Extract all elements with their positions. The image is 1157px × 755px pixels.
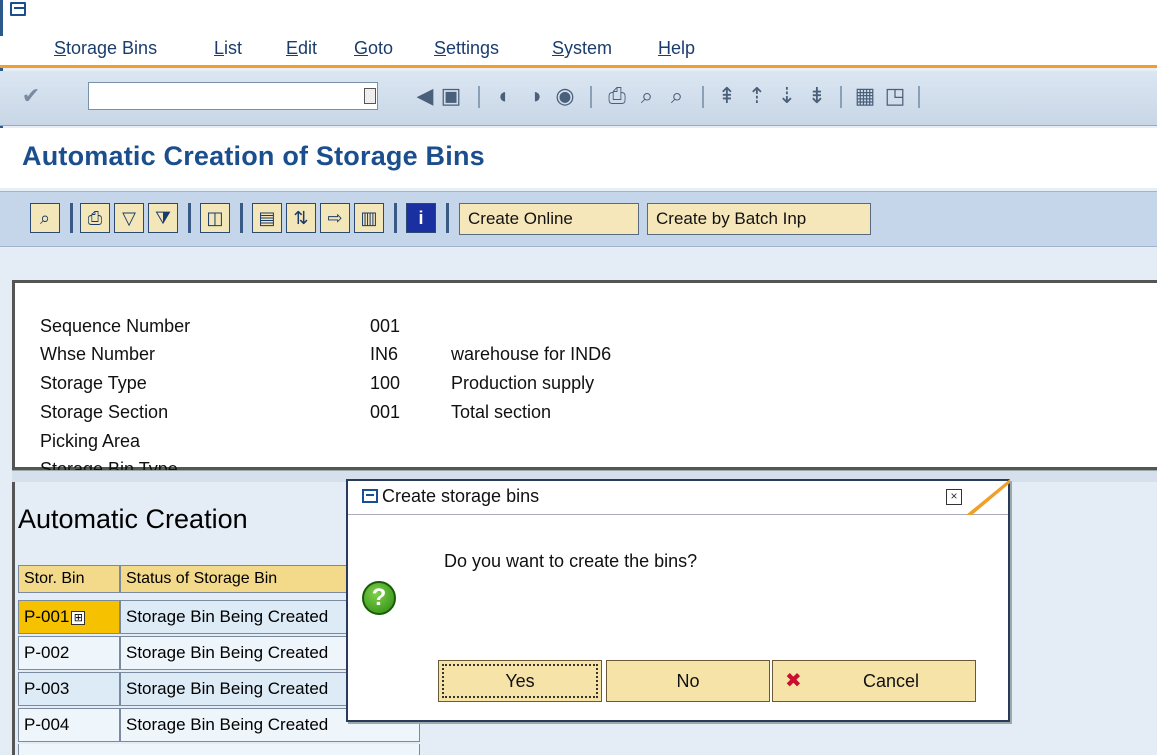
sort-icon[interactable]: ⇅	[286, 203, 316, 233]
layout-icon[interactable]: ◫	[200, 203, 230, 233]
menu-list[interactable]: List	[214, 38, 242, 59]
warehouse-number-value: IN6	[370, 344, 399, 364]
command-field[interactable]	[88, 82, 378, 110]
menu-storage-bins[interactable]: Storage Bins	[54, 38, 157, 59]
picking-area-label: Picking Area	[40, 431, 141, 451]
yes-button[interactable]: Yes	[438, 660, 602, 702]
menu-bar: Storage Bins List Edit Goto Settings Sys…	[0, 36, 1157, 68]
print-icon[interactable]: ⎙	[604, 82, 630, 110]
toolbar-separator	[590, 86, 592, 108]
dialog-titlebar: Create storage bins ×	[348, 479, 1010, 515]
warehouse-description: warehouse for IND6	[451, 344, 612, 364]
table-row-bin[interactable]: P-004	[18, 708, 120, 742]
toolbar-separator	[446, 203, 449, 233]
toolbar-separator	[918, 86, 920, 108]
create-online-button[interactable]: Create Online	[459, 203, 639, 235]
storage-bin-type-label: Storage Bin Type	[40, 459, 178, 470]
header-panel-clip: Storage Bin Type	[15, 459, 1157, 470]
new-session-icon[interactable]: ▦	[852, 82, 878, 110]
command-history-icon[interactable]	[364, 88, 376, 104]
dialog-question: Do you want to create the bins?	[444, 551, 698, 571]
cancel-icon[interactable]: ◉	[552, 82, 578, 110]
menu-system[interactable]: System	[552, 38, 612, 59]
export-spreadsheet-icon[interactable]: ▤	[252, 203, 282, 233]
cancel-label: Cancel	[862, 671, 920, 691]
cancel-button[interactable]: ✖ Cancel	[772, 660, 976, 702]
storage-section-label: Storage Section	[40, 402, 169, 422]
sequence-number-value: 001	[370, 316, 401, 336]
first-page-icon[interactable]: ⇞	[714, 82, 740, 110]
storage-section-value: 001	[370, 402, 401, 422]
menu-help[interactable]: Help	[658, 38, 695, 59]
save-icon[interactable]: ▣	[438, 82, 464, 110]
find-next-icon[interactable]: ⌕	[664, 82, 690, 110]
enter-check-icon[interactable]: ✔	[18, 82, 44, 110]
table-row-bin[interactable]: P-001 ⊞	[18, 600, 120, 634]
window-menu-icon[interactable]	[362, 489, 378, 503]
create-by-batch-input-button[interactable]: Create by Batch Inp	[647, 203, 871, 235]
table-row-partial	[18, 744, 420, 755]
set-filter-icon[interactable]: ⧩	[148, 203, 178, 233]
sequence-number-label: Sequence Number	[40, 316, 191, 336]
column-header-stor-bin[interactable]: Stor. Bin	[18, 565, 120, 593]
next-page-icon[interactable]: ⇣	[774, 82, 800, 110]
storage-type-label: Storage Type	[40, 373, 147, 393]
storage-section-description: Total section	[451, 402, 552, 422]
confirm-dialog: Create storage bins × ? Do you want to c…	[346, 479, 1010, 722]
window-menu-icon[interactable]	[10, 2, 26, 16]
last-page-icon[interactable]: ⇟	[804, 82, 830, 110]
close-icon[interactable]: ×	[946, 489, 962, 505]
menu-settings[interactable]: Settings	[434, 38, 499, 59]
collapse-arrow-icon[interactable]: ◀	[412, 82, 438, 110]
list-title: Automatic Creation	[18, 504, 248, 534]
dialog-accent	[966, 479, 1010, 515]
page-title: Automatic Creation of Storage Bins	[22, 141, 485, 171]
toolbar-separator	[240, 203, 243, 233]
local-file-icon[interactable]: ⇨	[320, 203, 350, 233]
toolbar-separator	[70, 203, 73, 233]
toolbar-separator	[478, 86, 480, 108]
toolbar-separator	[840, 86, 842, 108]
word-processing-icon[interactable]: ▥	[354, 203, 384, 233]
cancel-x-icon: ✖	[785, 670, 802, 692]
storage-type-value: 100	[370, 373, 401, 393]
toolbar-separator	[394, 203, 397, 233]
shortcut-icon[interactable]: ◳	[882, 82, 908, 110]
warehouse-number-label: Whse Number	[40, 344, 156, 364]
system-bar	[0, 0, 1157, 36]
toolbar-separator	[188, 203, 191, 233]
back-icon[interactable]: ◐	[492, 82, 518, 110]
exit-icon[interactable]: ◑	[522, 82, 548, 110]
toolbar-separator	[702, 86, 704, 108]
table-row-bin[interactable]: P-002	[18, 636, 120, 670]
details-icon[interactable]: ⌕	[30, 203, 60, 233]
menu-edit[interactable]: Edit	[286, 38, 317, 59]
no-button[interactable]: No	[606, 660, 770, 702]
find-icon[interactable]: ⌕	[634, 82, 660, 110]
dialog-title: Create storage bins	[382, 486, 540, 506]
table-row-bin[interactable]: P-003	[18, 672, 120, 706]
details-icon[interactable]: ⊞	[71, 610, 86, 625]
column-header-status[interactable]: Status of Storage Bin	[120, 565, 348, 593]
storage-type-description: Production supply	[451, 373, 595, 393]
question-icon: ?	[362, 581, 396, 615]
bin-value: P-001	[24, 607, 70, 626]
print-preview-icon[interactable]: ⎙	[80, 203, 110, 233]
info-icon[interactable]: i	[406, 203, 436, 233]
filter-icon[interactable]: ▽	[114, 203, 144, 233]
menu-goto[interactable]: Goto	[354, 38, 393, 59]
previous-page-icon[interactable]: ⇡	[744, 82, 770, 110]
